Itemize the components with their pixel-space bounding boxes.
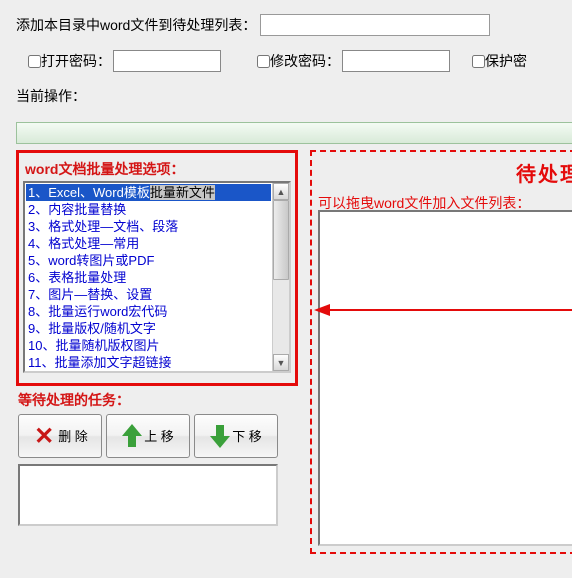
open-pwd-input[interactable] xyxy=(113,50,221,72)
list-item[interactable]: 3、格式处理—文档、段落 xyxy=(26,218,271,235)
list-item[interactable]: 1、Excel、Word模板批量新文件 xyxy=(26,184,271,201)
add-dir-input[interactable] xyxy=(260,14,490,36)
delete-icon: ✕ xyxy=(32,424,56,448)
options-panel: word文档批量处理选项： 1、Excel、Word模板批量新文件2、内容批量替… xyxy=(16,150,298,386)
list-item[interactable]: 8、批量运行word宏代码 xyxy=(26,303,271,320)
scroll-up-button[interactable]: ▲ xyxy=(273,183,289,200)
dropzone-title: 待处理 xyxy=(312,152,572,187)
open-pwd-checkbox[interactable] xyxy=(28,55,41,68)
move-up-button-label: 上 移 xyxy=(144,429,174,444)
modify-pwd-label: 修改密码： xyxy=(270,51,340,71)
modify-pwd-input[interactable] xyxy=(342,50,450,72)
list-item[interactable]: 6、表格批量处理 xyxy=(26,269,271,286)
open-pwd-label: 打开密码： xyxy=(41,51,111,71)
dropzone-filelist[interactable] xyxy=(318,210,572,546)
delete-button[interactable]: ✕ 删 除 xyxy=(18,414,102,458)
move-up-button[interactable]: 上 移 xyxy=(106,414,190,458)
move-down-button[interactable]: 下 移 xyxy=(194,414,278,458)
move-down-button-label: 下 移 xyxy=(232,429,262,444)
list-item[interactable]: 10、批量随机版权图片 xyxy=(26,337,271,354)
section-header-bar xyxy=(16,122,572,144)
pending-tasks-label: 等待处理的任务： xyxy=(18,390,298,410)
arrow-down-icon xyxy=(210,422,230,450)
dropzone-panel[interactable]: 待处理 可以拖曳word文件加入文件列表： xyxy=(310,150,572,554)
options-title: word文档批量处理选项： xyxy=(25,159,291,179)
tasks-listbox[interactable] xyxy=(18,464,278,526)
modify-pwd-checkbox[interactable] xyxy=(257,55,270,68)
protect-pwd-label: 保护密 xyxy=(485,51,527,71)
delete-button-label: 删 除 xyxy=(58,429,88,444)
protect-pwd-checkbox[interactable] xyxy=(472,55,485,68)
list-item[interactable]: 5、word转图片或PDF xyxy=(26,252,271,269)
current-operation-label: 当前操作： xyxy=(0,82,572,110)
add-dir-label: 添加本目录中word文件到待处理列表： xyxy=(16,15,256,35)
list-item[interactable]: 4、格式处理—常用 xyxy=(26,235,271,252)
list-item[interactable]: 7、图片—替换、设置 xyxy=(26,286,271,303)
list-item[interactable]: 2、内容批量替换 xyxy=(26,201,271,218)
scrollbar[interactable]: ▲ ▼ xyxy=(272,183,289,371)
scroll-thumb[interactable] xyxy=(273,200,289,280)
arrow-up-icon xyxy=(122,422,142,450)
options-listbox[interactable]: 1、Excel、Word模板批量新文件2、内容批量替换3、格式处理—文档、段落4… xyxy=(23,181,291,373)
scroll-down-button[interactable]: ▼ xyxy=(273,354,289,371)
list-item[interactable]: 9、批量版权/随机文字 xyxy=(26,320,271,337)
list-item[interactable]: 11、批量添加文字超链接 xyxy=(26,354,271,371)
